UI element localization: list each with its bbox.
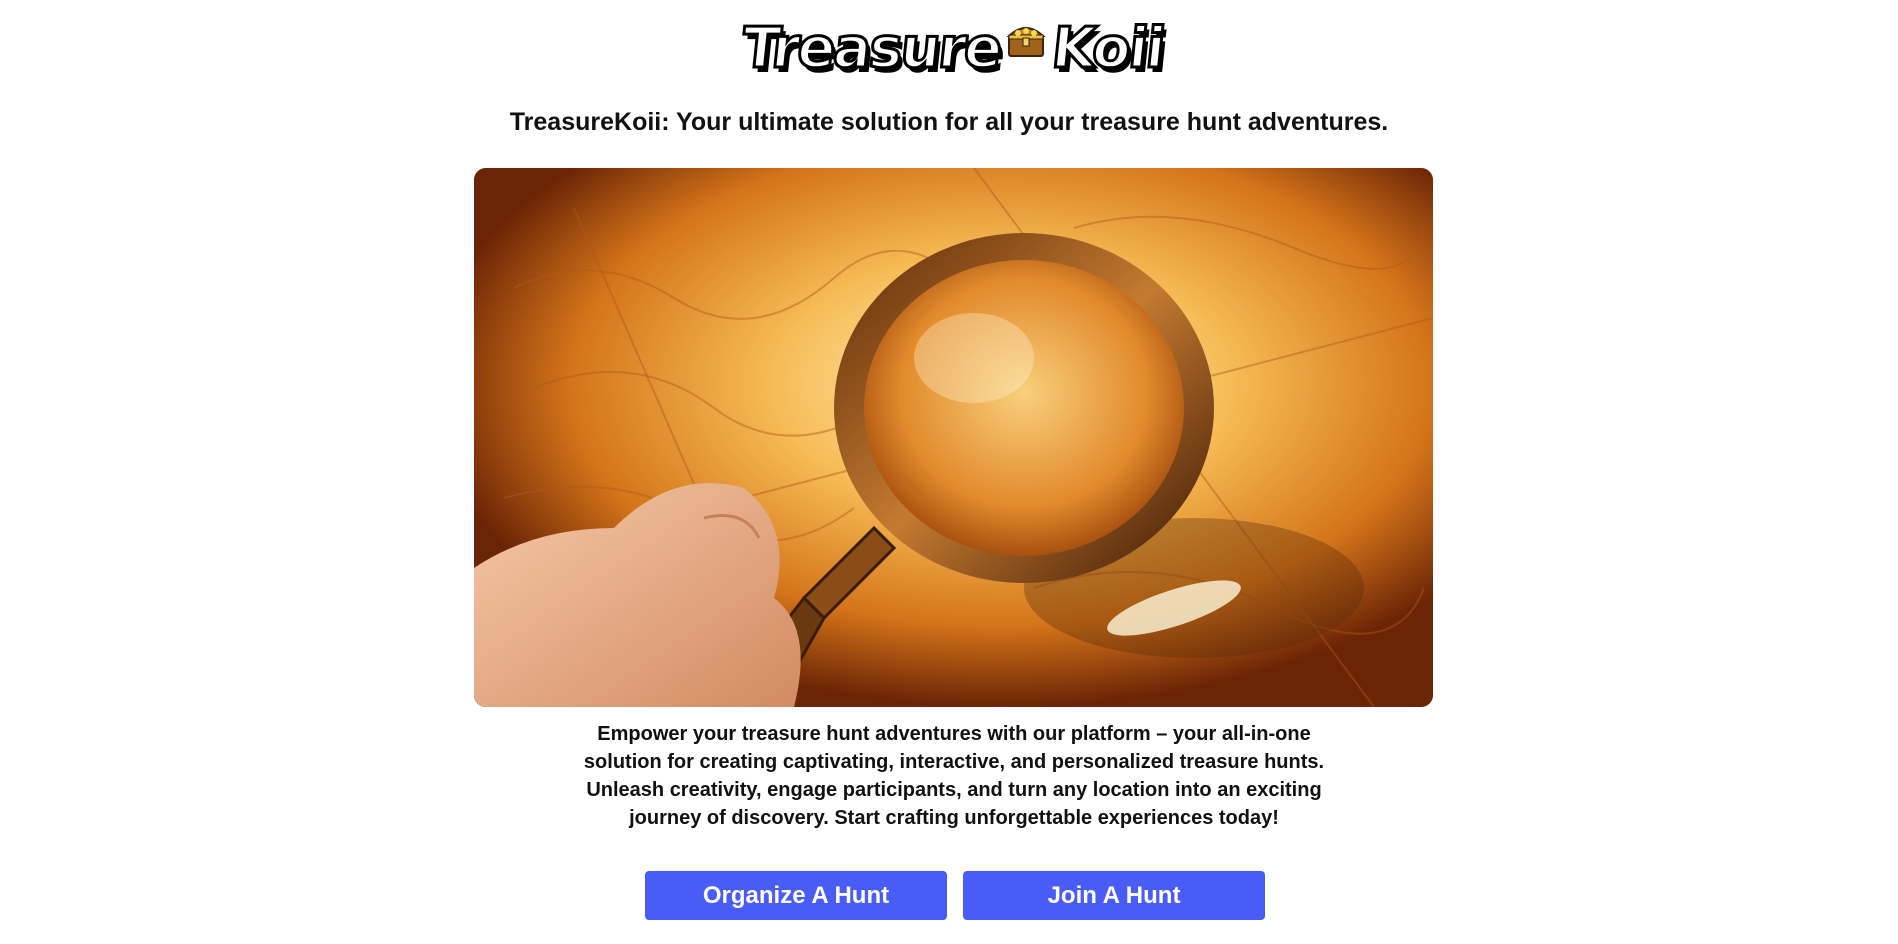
join-hunt-button[interactable]: Join A Hunt — [963, 871, 1265, 920]
site-logo[interactable]: Treasure Koii — [737, 10, 1168, 88]
organize-hunt-button[interactable]: Organize A Hunt — [645, 871, 947, 920]
landing-page: Treasure Koii TreasureKoii: Your ultimat… — [0, 0, 1898, 944]
magnifying-glass-on-map — [474, 168, 1433, 707]
logo-text-koii: Koii — [1048, 15, 1169, 83]
logo-text-treasure: Treasure — [737, 15, 1005, 83]
treasure-chest-icon — [1004, 16, 1048, 60]
hero-description: Empower your treasure hunt adventures wi… — [583, 723, 1325, 829]
page-tagline: TreasureKoii: Your ultimate solution for… — [509, 108, 1389, 136]
hero-image — [474, 168, 1433, 707]
